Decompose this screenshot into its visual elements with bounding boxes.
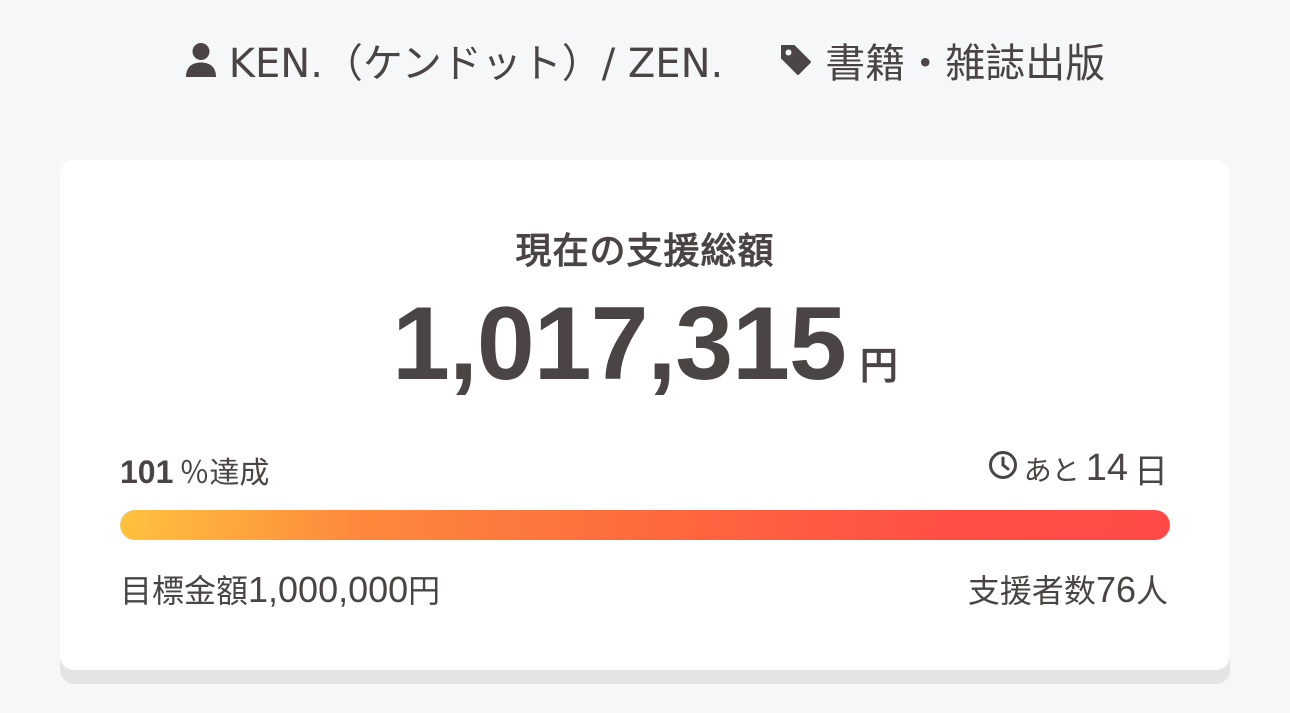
remaining-prefix: あと [1023,453,1080,487]
goal-value: 1,000,000 [248,569,409,610]
clock-icon [988,450,1018,487]
total-amount: 1,017,315 円 [60,292,1230,396]
funding-title: 現在の支援総額 [515,231,775,272]
remaining-suffix: 日 [1134,452,1168,492]
project-meta: KEN.（ケンドット）/ ZEN. 書籍・雑誌出版 [0,31,1290,89]
achievement-percent: 101 [120,454,174,490]
author-link[interactable]: KEN.（ケンドット）/ ZEN. [185,31,723,89]
author-name: KEN.（ケンドット）/ ZEN. [228,41,724,87]
backers-value: 76 [1095,569,1136,610]
goal-amount: 目標金額1,000,000円 [120,566,440,612]
achievement-rate: 101 ％達成 [120,448,269,492]
goal-label: 目標金額 [120,572,249,610]
progress-bar [120,510,1170,540]
tag-icon [779,43,813,77]
progress-fill [120,510,1170,540]
remaining-days: 14 [1085,447,1128,489]
remaining-time: あと 14 日 [988,444,1168,493]
category-link[interactable]: 書籍・雑誌出版 [779,31,1105,89]
amount-currency: 円 [859,344,898,388]
achievement-suffix: ％達成 [179,456,270,491]
goal-currency: 円 [408,572,441,610]
category-name: 書籍・雑誌出版 [825,41,1106,87]
backer-count: 支援者数76人 [968,566,1168,612]
funding-card: 現在の支援総額 1,017,315 円 101 ％達成 あと 14 日 目標金額… [60,160,1230,670]
backers-suffix: 人 [1135,572,1168,610]
amount-value: 1,017,315 [392,286,847,402]
user-icon [185,42,217,78]
backers-label: 支援者数 [967,572,1096,610]
